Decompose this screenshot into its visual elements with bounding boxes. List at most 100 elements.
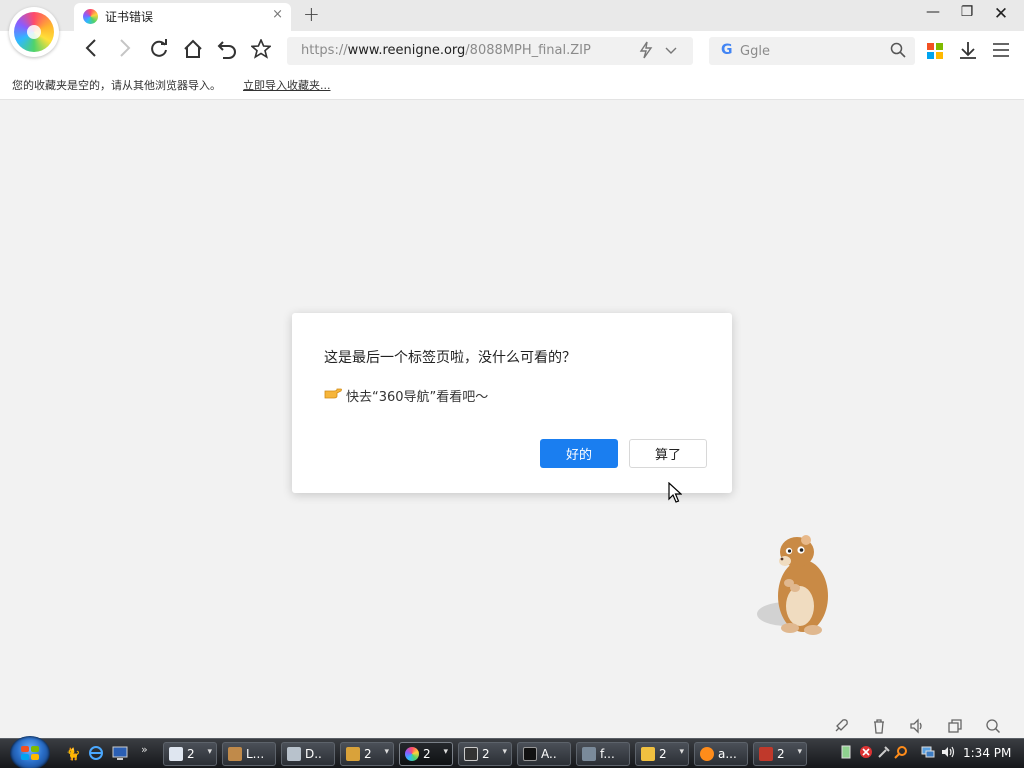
favorite-button[interactable] [248, 37, 274, 61]
network-icon [582, 747, 596, 761]
taskbar-button-label: L... [246, 747, 265, 761]
trash-icon[interactable] [870, 718, 888, 736]
windows-taskbar: 🐈 » 2 ▾ L... D.. 2 ▾ 2 ▾ 2 ▾ A.. f... 2 … [0, 736, 1024, 768]
home-button[interactable] [180, 39, 206, 61]
import-bookmarks-link[interactable]: 立即导入收藏夹... [243, 77, 331, 93]
forward-button[interactable] [112, 39, 138, 61]
search-icon[interactable] [890, 42, 906, 58]
chevron-right-icon [120, 39, 131, 57]
taskbar-button-d[interactable]: D.. [281, 742, 335, 766]
tray-network-icon[interactable] [920, 745, 935, 760]
new-tab-button[interactable]: + [303, 2, 320, 26]
address-bar[interactable]: https://www.reenigne.org/8088MPH_final.Z… [287, 37, 693, 65]
logo-swirl-icon [14, 12, 54, 52]
speaker-icon[interactable] [908, 718, 926, 736]
quicklaunch-desktop-icon[interactable] [111, 745, 129, 763]
taskbar-dropdown-icon: ▾ [502, 747, 507, 757]
undo-close-button[interactable] [214, 39, 240, 61]
start-button[interactable] [10, 736, 50, 768]
taskbar-button-cat[interactable]: 2 ▾ [340, 742, 394, 766]
taskbar-button-label: D.. [305, 747, 322, 761]
tray-blocked-icon[interactable] [858, 745, 873, 760]
rocket-icon[interactable] [832, 718, 850, 736]
last-tab-dialog: 这是最后一个标签页啦，没什么可看的？ 快去“360导航”看看吧～ 好的 算了 [292, 313, 732, 493]
reload-icon [151, 39, 167, 57]
window-icon [169, 747, 183, 761]
taskbar-button-360-browser[interactable]: 2 ▾ [399, 742, 453, 766]
minimize-button[interactable]: — [918, 4, 948, 26]
taskbar-button-7zip[interactable]: 2 ▾ [458, 742, 512, 766]
dosbox-icon [759, 747, 773, 761]
taskbar-button-folder[interactable]: 2 ▾ [635, 742, 689, 766]
taskbar-button-label: f... [600, 747, 615, 761]
quicklaunch-more-chevron-icon[interactable]: » [141, 743, 148, 756]
7zip-icon [464, 747, 478, 761]
cancel-button[interactable]: 算了 [629, 439, 707, 468]
browser-tab[interactable]: 证书错误 × [74, 3, 291, 31]
url-scheme: https:// [301, 43, 348, 58]
person-icon [228, 747, 242, 761]
tab-close-icon[interactable]: × [272, 7, 283, 22]
bookmarks-empty-text: 您的收藏夹是空的，请从其他浏览器导入。 [12, 79, 221, 92]
system-tray: 1:34 PM [834, 739, 1024, 768]
taskbar-button-windows[interactable]: 2 ▾ [163, 742, 217, 766]
bookmarks-bar: 您的收藏夹是空的，请从其他浏览器导入。 立即导入收藏夹... [0, 69, 1024, 100]
tray-search-icon[interactable] [893, 745, 908, 760]
back-button[interactable] [78, 39, 104, 61]
taskbar-button-l[interactable]: L... [222, 742, 276, 766]
taskbar-button-label: 2 [423, 747, 431, 761]
browser-logo[interactable] [9, 7, 59, 57]
taskbar-button-dosbox[interactable]: 2 ▾ [753, 742, 807, 766]
dialog-title: 这是最后一个标签页啦，没什么可看的？ [324, 350, 576, 366]
taskbar-dropdown-icon: ▾ [207, 747, 212, 757]
title-bar: 证书错误 × + — ❐ ✕ [0, 0, 1024, 31]
close-window-button[interactable]: ✕ [986, 4, 1016, 26]
url-host: www.reenigne.org [347, 43, 466, 58]
home-icon [184, 39, 202, 58]
quicklaunch-ie-icon[interactable] [87, 745, 105, 763]
search-input[interactable] [740, 42, 880, 60]
taskbar-button-network[interactable]: f... [576, 742, 630, 766]
cat-icon [346, 747, 360, 761]
apps-grid-icon[interactable] [927, 43, 943, 59]
ok-button[interactable]: 好的 [540, 439, 618, 468]
taskbar-button-search[interactable]: a... [694, 742, 748, 766]
tray-device-icon[interactable] [838, 745, 853, 760]
taskbar-clock[interactable]: 1:34 PM [963, 746, 1011, 760]
google-icon[interactable]: G [721, 42, 733, 58]
zoom-search-icon[interactable] [984, 718, 1002, 736]
taskbar-button-cmd[interactable]: A.. [517, 742, 571, 766]
url-text[interactable]: https://www.reenigne.org/8088MPH_final.Z… [301, 43, 591, 58]
taskbar-button-label: a... [718, 747, 737, 761]
browser-360-icon [405, 747, 419, 761]
taskbar-button-label: 2 [777, 747, 785, 761]
mouse-cursor-icon [668, 482, 682, 503]
window-restore-icon[interactable] [946, 718, 964, 736]
search-icon [700, 747, 714, 761]
lightning-icon[interactable] [639, 41, 653, 63]
taskbar-button-label: A.. [541, 747, 557, 761]
taskbar-dropdown-icon: ▾ [384, 747, 389, 757]
status-bar [0, 714, 1024, 738]
tray-tool-icon[interactable] [876, 745, 891, 760]
cmd-icon [523, 747, 537, 761]
star-icon [249, 37, 273, 59]
address-dropdown-chevron-icon[interactable] [665, 41, 677, 62]
quicklaunch-cat-icon[interactable]: 🐈 [64, 745, 82, 763]
hamster-pet-icon[interactable] [745, 528, 845, 638]
download-icon[interactable] [958, 40, 978, 60]
reload-button[interactable] [146, 39, 172, 61]
taskbar-dropdown-icon: ▾ [797, 747, 802, 757]
taskbar-button-label: 2 [482, 747, 490, 761]
tray-volume-icon[interactable] [940, 745, 955, 760]
menu-icon[interactable] [992, 42, 1010, 58]
folder-icon [641, 747, 655, 761]
navigation-toolbar: https://www.reenigne.org/8088MPH_final.Z… [0, 31, 1024, 69]
taskbar-dropdown-icon: ▾ [679, 747, 684, 757]
search-box[interactable]: G [709, 37, 915, 65]
tab-favicon-icon [83, 9, 98, 24]
maximize-button[interactable]: ❐ [952, 4, 982, 26]
taskbar-dropdown-icon: ▾ [443, 747, 448, 757]
url-path: /8088MPH_final.ZIP [465, 43, 591, 58]
dialog-subtitle: 快去“360导航”看看吧～ [346, 390, 489, 405]
